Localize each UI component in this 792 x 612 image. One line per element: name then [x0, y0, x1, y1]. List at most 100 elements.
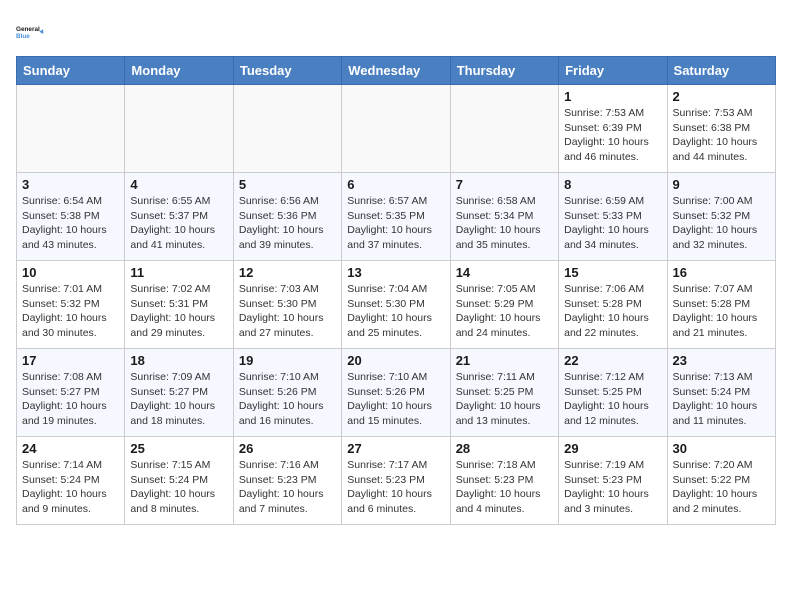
day-number: 27: [347, 441, 444, 456]
day-info: Sunrise: 7:08 AMSunset: 5:27 PMDaylight:…: [22, 370, 119, 429]
day-info: Sunrise: 7:17 AMSunset: 5:23 PMDaylight:…: [347, 458, 444, 517]
calendar-day-cell: [17, 85, 125, 173]
day-info: Sunrise: 7:04 AMSunset: 5:30 PMDaylight:…: [347, 282, 444, 341]
day-info: Sunrise: 7:16 AMSunset: 5:23 PMDaylight:…: [239, 458, 336, 517]
calendar-day-cell: 9 Sunrise: 7:00 AMSunset: 5:32 PMDaylight…: [667, 173, 775, 261]
day-number: 21: [456, 353, 553, 368]
day-info: Sunrise: 7:20 AMSunset: 5:22 PMDaylight:…: [673, 458, 770, 517]
day-number: 24: [22, 441, 119, 456]
day-number: 5: [239, 177, 336, 192]
calendar-day-cell: 15 Sunrise: 7:06 AMSunset: 5:28 PMDayligh…: [559, 261, 667, 349]
calendar-day-cell: 21 Sunrise: 7:11 AMSunset: 5:25 PMDayligh…: [450, 349, 558, 437]
day-number: 18: [130, 353, 227, 368]
day-number: 10: [22, 265, 119, 280]
calendar-day-cell: 29 Sunrise: 7:19 AMSunset: 5:23 PMDayligh…: [559, 437, 667, 525]
calendar-day-cell: 12 Sunrise: 7:03 AMSunset: 5:30 PMDayligh…: [233, 261, 341, 349]
weekday-header-wednesday: Wednesday: [342, 57, 450, 85]
calendar-week-row: 10 Sunrise: 7:01 AMSunset: 5:32 PMDayligh…: [17, 261, 776, 349]
day-number: 9: [673, 177, 770, 192]
calendar-day-cell: 25 Sunrise: 7:15 AMSunset: 5:24 PMDayligh…: [125, 437, 233, 525]
calendar-day-cell: 11Sunrise: 7:02 AMSunset: 5:31 PMDayligh…: [125, 261, 233, 349]
weekday-header-row: SundayMondayTuesdayWednesdayThursdayFrid…: [17, 57, 776, 85]
day-info: Sunrise: 6:55 AMSunset: 5:37 PMDaylight:…: [130, 194, 227, 253]
day-number: 15: [564, 265, 661, 280]
day-info: Sunrise: 7:10 AMSunset: 5:26 PMDaylight:…: [347, 370, 444, 429]
day-info: Sunrise: 7:10 AMSunset: 5:26 PMDaylight:…: [239, 370, 336, 429]
day-number: 7: [456, 177, 553, 192]
day-info: Sunrise: 7:07 AMSunset: 5:28 PMDaylight:…: [673, 282, 770, 341]
calendar-day-cell: 19Sunrise: 7:10 AMSunset: 5:26 PMDayligh…: [233, 349, 341, 437]
day-number: 6: [347, 177, 444, 192]
logo-icon: GeneralBlue: [16, 16, 48, 48]
day-number: 16: [673, 265, 770, 280]
weekday-header-saturday: Saturday: [667, 57, 775, 85]
calendar-day-cell: 22Sunrise: 7:12 AMSunset: 5:25 PMDayligh…: [559, 349, 667, 437]
calendar-week-row: 1 Sunrise: 7:53 AMSunset: 6:39 PMDaylight…: [17, 85, 776, 173]
calendar-day-cell: 26 Sunrise: 7:16 AMSunset: 5:23 PMDayligh…: [233, 437, 341, 525]
day-number: 30: [673, 441, 770, 456]
svg-text:Blue: Blue: [16, 33, 30, 40]
day-number: 29: [564, 441, 661, 456]
day-number: 1: [564, 89, 661, 104]
day-info: Sunrise: 7:53 AMSunset: 6:38 PMDaylight:…: [673, 106, 770, 165]
weekday-header-monday: Monday: [125, 57, 233, 85]
day-number: 17: [22, 353, 119, 368]
day-number: 26: [239, 441, 336, 456]
calendar-day-cell: 6 Sunrise: 6:57 AMSunset: 5:35 PMDaylight…: [342, 173, 450, 261]
calendar-day-cell: 1 Sunrise: 7:53 AMSunset: 6:39 PMDaylight…: [559, 85, 667, 173]
day-info: Sunrise: 7:06 AMSunset: 5:28 PMDaylight:…: [564, 282, 661, 341]
day-info: Sunrise: 7:12 AMSunset: 5:25 PMDaylight:…: [564, 370, 661, 429]
page-header: GeneralBlue: [16, 16, 776, 48]
day-number: 12: [239, 265, 336, 280]
day-info: Sunrise: 7:00 AMSunset: 5:32 PMDaylight:…: [673, 194, 770, 253]
day-number: 2: [673, 89, 770, 104]
calendar-day-cell: 10 Sunrise: 7:01 AMSunset: 5:32 PMDayligh…: [17, 261, 125, 349]
day-info: Sunrise: 7:09 AMSunset: 5:27 PMDaylight:…: [130, 370, 227, 429]
day-number: 4: [130, 177, 227, 192]
day-info: Sunrise: 7:15 AMSunset: 5:24 PMDaylight:…: [130, 458, 227, 517]
day-info: Sunrise: 7:05 AMSunset: 5:29 PMDaylight:…: [456, 282, 553, 341]
day-info: Sunrise: 6:58 AMSunset: 5:34 PMDaylight:…: [456, 194, 553, 253]
day-number: 20: [347, 353, 444, 368]
calendar-day-cell: 16 Sunrise: 7:07 AMSunset: 5:28 PMDayligh…: [667, 261, 775, 349]
calendar-day-cell: [233, 85, 341, 173]
calendar-day-cell: 13 Sunrise: 7:04 AMSunset: 5:30 PMDayligh…: [342, 261, 450, 349]
day-info: Sunrise: 7:19 AMSunset: 5:23 PMDaylight:…: [564, 458, 661, 517]
calendar-day-cell: 5 Sunrise: 6:56 AMSunset: 5:36 PMDaylight…: [233, 173, 341, 261]
calendar-day-cell: 23Sunrise: 7:13 AMSunset: 5:24 PMDayligh…: [667, 349, 775, 437]
day-info: Sunrise: 7:02 AMSunset: 5:31 PMDaylight:…: [130, 282, 227, 341]
day-number: 8: [564, 177, 661, 192]
weekday-header-friday: Friday: [559, 57, 667, 85]
calendar-day-cell: [450, 85, 558, 173]
day-info: Sunrise: 7:13 AMSunset: 5:24 PMDaylight:…: [673, 370, 770, 429]
day-info: Sunrise: 7:14 AMSunset: 5:24 PMDaylight:…: [22, 458, 119, 517]
calendar-day-cell: 28 Sunrise: 7:18 AMSunset: 5:23 PMDayligh…: [450, 437, 558, 525]
day-number: 25: [130, 441, 227, 456]
day-info: Sunrise: 7:53 AMSunset: 6:39 PMDaylight:…: [564, 106, 661, 165]
calendar-day-cell: 8 Sunrise: 6:59 AMSunset: 5:33 PMDaylight…: [559, 173, 667, 261]
day-info: Sunrise: 7:01 AMSunset: 5:32 PMDaylight:…: [22, 282, 119, 341]
day-info: Sunrise: 6:56 AMSunset: 5:36 PMDaylight:…: [239, 194, 336, 253]
calendar-week-row: 3Sunrise: 6:54 AMSunset: 5:38 PMDaylight…: [17, 173, 776, 261]
calendar-week-row: 24 Sunrise: 7:14 AMSunset: 5:24 PMDayligh…: [17, 437, 776, 525]
day-number: 13: [347, 265, 444, 280]
weekday-header-tuesday: Tuesday: [233, 57, 341, 85]
calendar-day-cell: 17 Sunrise: 7:08 AMSunset: 5:27 PMDayligh…: [17, 349, 125, 437]
day-info: Sunrise: 7:18 AMSunset: 5:23 PMDaylight:…: [456, 458, 553, 517]
day-info: Sunrise: 7:03 AMSunset: 5:30 PMDaylight:…: [239, 282, 336, 341]
day-info: Sunrise: 7:11 AMSunset: 5:25 PMDaylight:…: [456, 370, 553, 429]
weekday-header-sunday: Sunday: [17, 57, 125, 85]
calendar-day-cell: 30 Sunrise: 7:20 AMSunset: 5:22 PMDayligh…: [667, 437, 775, 525]
calendar-day-cell: 2 Sunrise: 7:53 AMSunset: 6:38 PMDaylight…: [667, 85, 775, 173]
calendar-table: SundayMondayTuesdayWednesdayThursdayFrid…: [16, 56, 776, 525]
day-info: Sunrise: 6:59 AMSunset: 5:33 PMDaylight:…: [564, 194, 661, 253]
calendar-day-cell: 4 Sunrise: 6:55 AMSunset: 5:37 PMDaylight…: [125, 173, 233, 261]
calendar-day-cell: [342, 85, 450, 173]
calendar-day-cell: 24 Sunrise: 7:14 AMSunset: 5:24 PMDayligh…: [17, 437, 125, 525]
calendar-day-cell: 7 Sunrise: 6:58 AMSunset: 5:34 PMDaylight…: [450, 173, 558, 261]
day-info: Sunrise: 6:57 AMSunset: 5:35 PMDaylight:…: [347, 194, 444, 253]
day-info: Sunrise: 6:54 AMSunset: 5:38 PMDaylight:…: [22, 194, 119, 253]
day-number: 28: [456, 441, 553, 456]
logo: GeneralBlue: [16, 16, 48, 48]
svg-text:General: General: [16, 26, 40, 33]
